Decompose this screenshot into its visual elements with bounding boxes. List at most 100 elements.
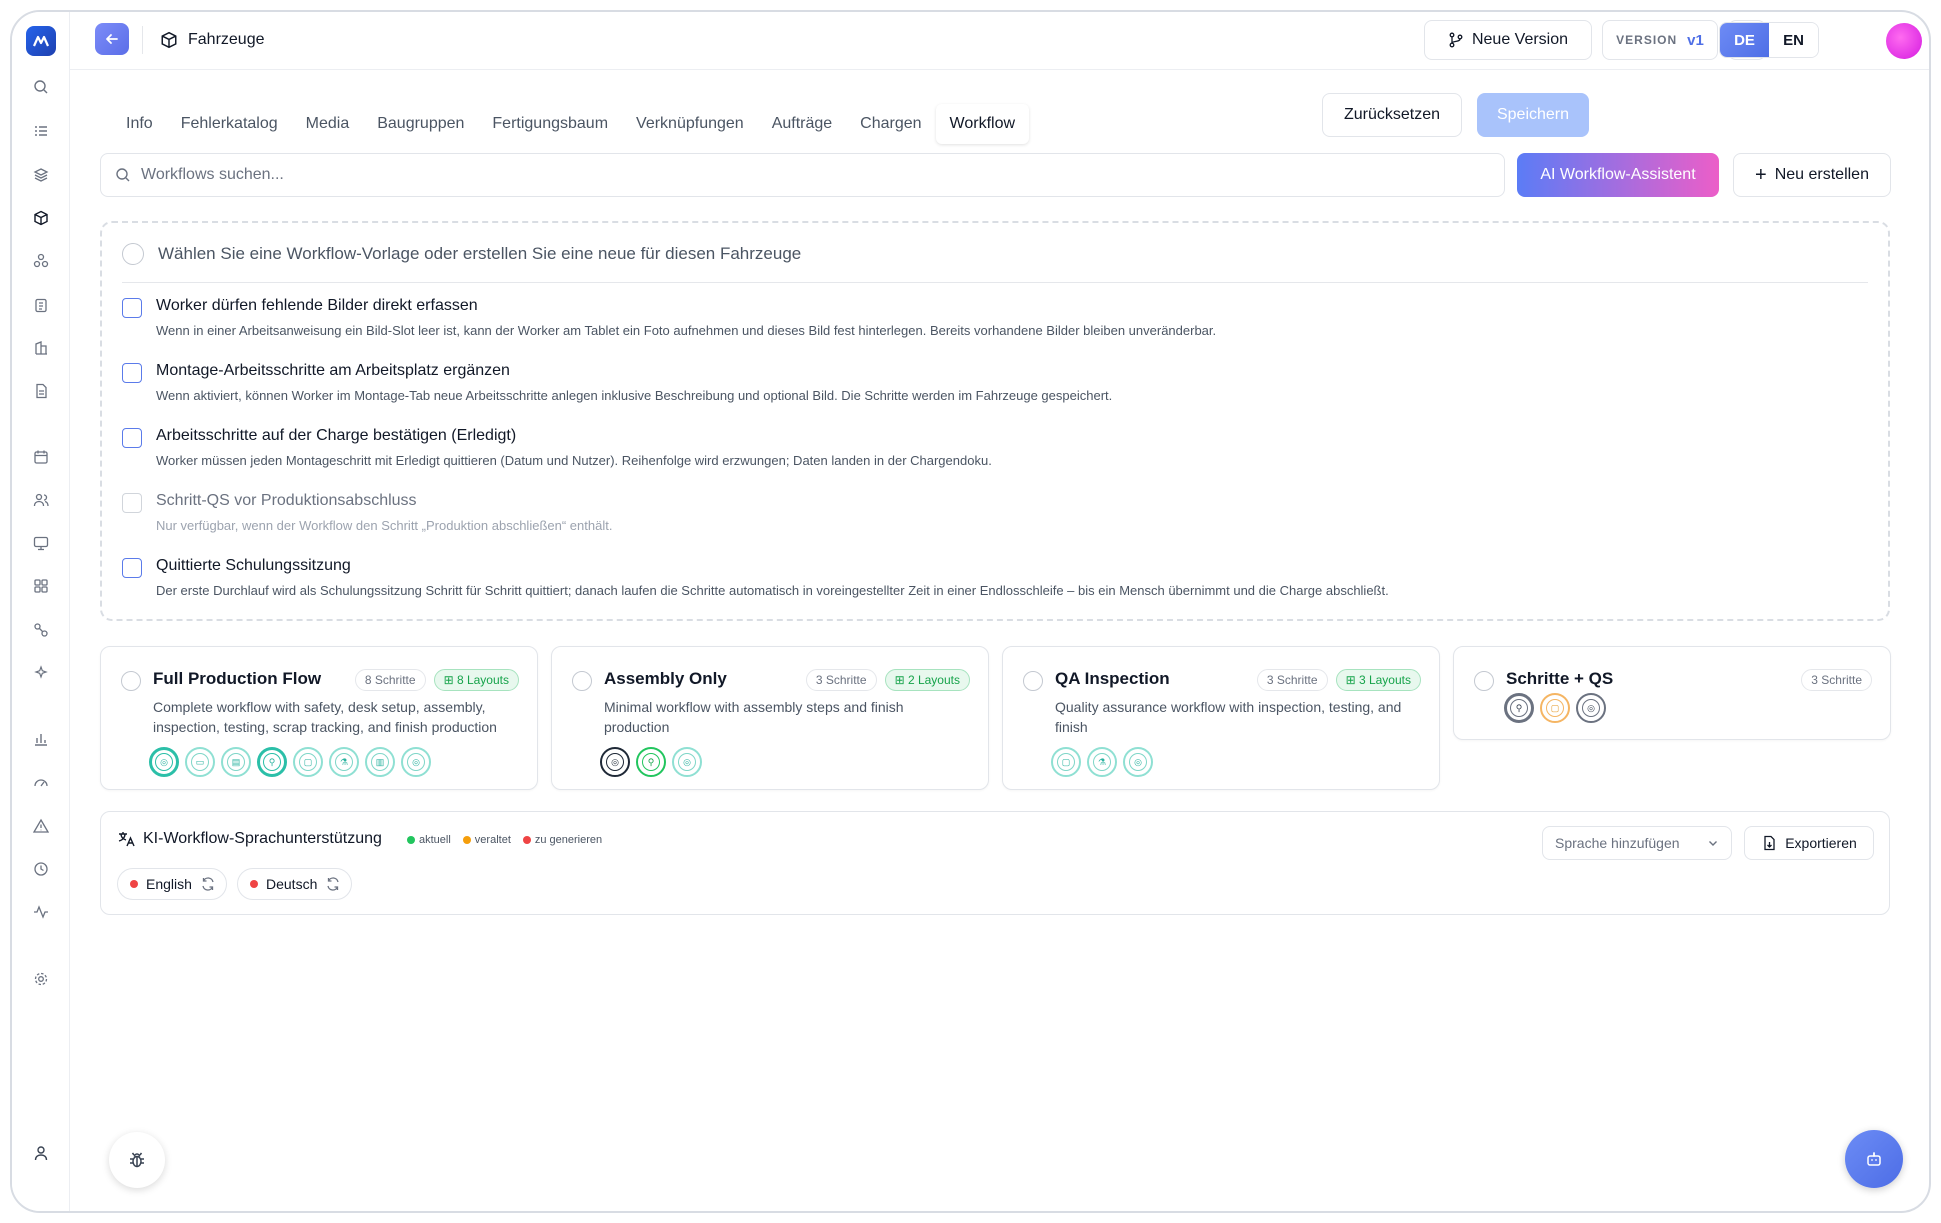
template-select-row[interactable]: Wählen Sie eine Workflow-Vorlage oder er… (122, 243, 801, 265)
activity-icon[interactable] (30, 901, 52, 923)
option-title: Quittierte Schulungssitzung (156, 557, 351, 574)
document-icon[interactable] (30, 380, 52, 402)
settings-icon[interactable] (30, 968, 52, 990)
workflow-card-full-production[interactable]: Full Production Flow 8 Schritte ⊞ 8 Layo… (100, 646, 538, 790)
package-icon[interactable] (30, 207, 52, 229)
avatar[interactable] (1886, 23, 1922, 59)
translate-icon (118, 832, 135, 847)
create-new-button[interactable]: + Neu erstellen (1733, 153, 1891, 197)
refresh-icon[interactable] (200, 876, 216, 892)
back-button[interactable] (95, 23, 129, 55)
status-legend: aktuell veraltet zu generieren (407, 834, 602, 846)
checklist-icon[interactable] (30, 120, 52, 142)
ai-chat-button[interactable] (1845, 1130, 1903, 1188)
option-title: Montage-Arbeitsschritte am Arbeitsplatz … (156, 362, 510, 379)
search-input[interactable] (141, 166, 1441, 184)
lang-de-button[interactable]: DE (1720, 23, 1769, 57)
warning-icon[interactable] (30, 815, 52, 837)
workflow-radio[interactable] (1023, 671, 1043, 691)
bug-icon (130, 1152, 144, 1168)
clipboard-icon[interactable] (30, 294, 52, 316)
language-chip-deutsch[interactable]: Deutsch (237, 868, 353, 900)
tab-auftraege[interactable]: Aufträge (758, 104, 846, 144)
bar-chart-icon[interactable] (30, 728, 52, 750)
robot-icon (1867, 1152, 1881, 1166)
legend-current: aktuell (407, 834, 451, 846)
workflow-steps: ⚲ ▢ ◎ (1504, 693, 1606, 723)
tab-info[interactable]: Info (112, 104, 167, 144)
git-branch-icon (1449, 32, 1463, 48)
lang-en-button[interactable]: EN (1769, 23, 1818, 57)
new-version-button[interactable]: Neue Version (1424, 20, 1592, 60)
workflow-card-qa-inspection[interactable]: QA Inspection 3 Schritte ⊞ 3 Layouts Qua… (1002, 646, 1440, 790)
export-button[interactable]: Exportieren (1744, 826, 1874, 860)
save-button[interactable]: Speichern (1477, 93, 1589, 137)
clock-icon[interactable] (30, 858, 52, 880)
breadcrumb: Fahrzeuge (160, 12, 265, 68)
ai-workflow-assistant-button[interactable]: AI Workflow-Assistent (1517, 153, 1719, 197)
language-chip-english[interactable]: English (117, 868, 227, 900)
workflow-radio[interactable] (1474, 671, 1494, 691)
option-description: Der erste Durchlauf wird als Schulungssi… (156, 583, 1389, 598)
new-version-label: Neue Version (1471, 31, 1569, 48)
user-profile-icon[interactable] (30, 1142, 52, 1164)
plus-icon: + (1755, 164, 1767, 186)
components-icon[interactable] (30, 250, 52, 272)
tab-chargen[interactable]: Chargen (846, 104, 935, 144)
option-step-qa: Schritt-QS vor Produktionsabschluss Nur v… (122, 492, 612, 533)
option-description: Wenn in einer Arbeitsanweisung ein Bild-… (156, 323, 1217, 338)
option-title: Worker dürfen fehlende Bilder direkt erf… (156, 297, 478, 314)
inspection-step-icon: ▢ (1051, 747, 1081, 777)
workflow-badges: 3 Schritte ⊞ 3 Layouts (1256, 669, 1421, 691)
app-logo[interactable] (26, 26, 56, 56)
tab-workflow[interactable]: Workflow (935, 104, 1030, 144)
building-icon[interactable] (30, 337, 52, 359)
link-icon[interactable] (30, 619, 52, 641)
wrench-step-icon: ⚲ (257, 747, 287, 777)
arrow-left-icon (106, 34, 118, 44)
legend-outdated: veraltet (462, 834, 511, 846)
users-icon[interactable] (30, 489, 52, 511)
tab-verknuepfungen[interactable]: Verknüpfungen (622, 104, 758, 144)
option-checkbox[interactable] (122, 428, 142, 448)
option-checkbox[interactable] (122, 363, 142, 383)
workflow-card-steps-qs[interactable]: Schritte + QS 3 Schritte ⚲ ▢ ◎ (1453, 646, 1891, 740)
tab-fertigungsbaum[interactable]: Fertigungsbaum (478, 104, 622, 144)
option-description: Nur verfügbar, wenn der Workflow den Sch… (156, 518, 613, 533)
version-selector[interactable]: VERSION v1 (1602, 20, 1718, 60)
bug-report-button[interactable] (109, 1132, 165, 1188)
layers-icon[interactable] (30, 164, 52, 186)
search-icon[interactable] (30, 76, 52, 98)
template-radio[interactable] (122, 243, 144, 265)
workflow-name: QA Inspection (1055, 669, 1170, 688)
tab-baugruppen[interactable]: Baugruppen (363, 104, 478, 144)
workflow-radio[interactable] (121, 671, 141, 691)
reset-button[interactable]: Zurücksetzen (1322, 93, 1462, 137)
option-checkbox[interactable] (122, 558, 142, 578)
grid-icon[interactable] (30, 575, 52, 597)
translation-title: KI-Workflow-Sprachunterstützung (143, 830, 382, 847)
workflow-steps: ◎ ▭ ▤ ⚲ ▢ ⚗ ▥ ◎ (149, 747, 431, 777)
option-description: Worker müssen jeden Montageschritt mit E… (156, 453, 992, 468)
export-label: Exportieren (1785, 835, 1857, 851)
workflow-options-panel: Wählen Sie eine Workflow-Vorlage oder er… (100, 221, 1890, 621)
workflow-name: Schritte + QS (1506, 669, 1614, 688)
option-checkbox[interactable] (122, 298, 142, 318)
steps-badge: 3 Schritte (1256, 669, 1328, 691)
search-icon (116, 168, 130, 182)
option-description: Wenn aktiviert, können Worker im Montage… (156, 388, 1113, 403)
translation-header: KI-Workflow-Sprachunterstützung (117, 830, 382, 848)
workflow-card-assembly-only[interactable]: Assembly Only 3 Schritte ⊞ 2 Layouts Min… (551, 646, 989, 790)
tab-media[interactable]: Media (292, 104, 364, 144)
option-training-session: Quittierte Schulungssitzung Der erste Dur… (122, 557, 1389, 598)
monitor-icon[interactable] (30, 532, 52, 554)
calendar-icon[interactable] (30, 446, 52, 468)
finish-step-icon: ◎ (1123, 747, 1153, 777)
refresh-icon[interactable] (325, 876, 341, 892)
gauge-icon[interactable] (30, 771, 52, 793)
workflow-radio[interactable] (572, 671, 592, 691)
tab-bar: Info Fehlerkatalog Media Baugruppen Fert… (112, 104, 1030, 144)
sparkles-icon[interactable] (30, 662, 52, 684)
tab-fehlerkatalog[interactable]: Fehlerkatalog (167, 104, 292, 144)
add-language-select[interactable]: Sprache hinzufügen (1542, 826, 1732, 860)
